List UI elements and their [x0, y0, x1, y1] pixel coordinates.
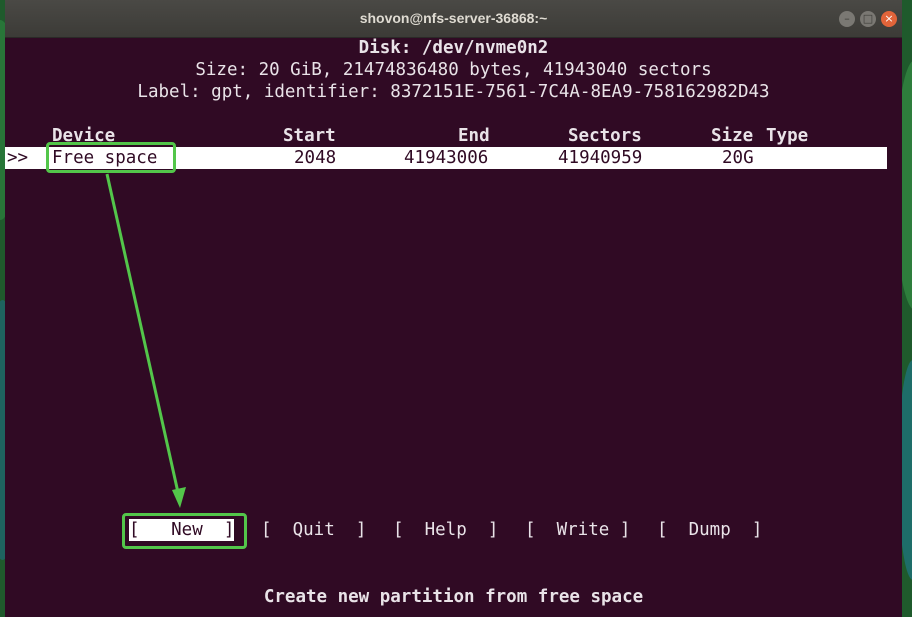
- annotation-arrow: [105, 173, 186, 508]
- annotation-arrow-line: [105, 173, 181, 498]
- terminal-window: shovon@nfs-server-36868:~ – □ × Disk: /d…: [5, 0, 902, 617]
- annotation-arrow-head: [172, 487, 186, 508]
